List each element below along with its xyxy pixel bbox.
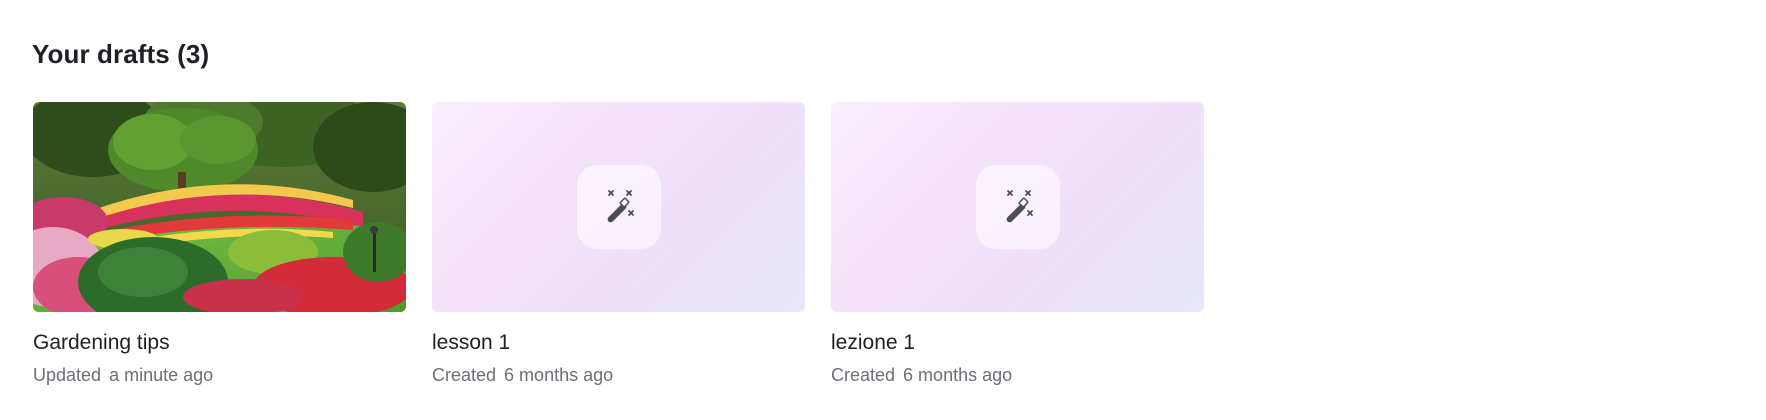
draft-status: Updated (33, 365, 102, 385)
draft-meta: Updated a minute ago (33, 363, 406, 387)
draft-meta: Created 6 months ago (432, 363, 805, 387)
draft-thumbnail-garden-photo[interactable] (33, 102, 406, 312)
draft-card[interactable]: Gardening tips Updated a minute ago (33, 102, 406, 387)
magic-wand-icon (1006, 190, 1033, 223)
section-title: Your drafts (3) (32, 39, 210, 69)
draft-thumbnail-placeholder[interactable] (831, 102, 1204, 312)
magic-wand-icon (607, 190, 634, 223)
draft-time: 6 months ago (903, 365, 1013, 385)
magic-tile (576, 165, 661, 249)
magic-tile (975, 165, 1060, 249)
garden-photo (33, 102, 406, 312)
draft-title[interactable]: Gardening tips (33, 329, 406, 357)
draft-card[interactable]: lezione 1 Created 6 months ago (831, 102, 1204, 387)
draft-card[interactable]: lesson 1 Created 6 months ago (432, 102, 805, 387)
draft-title[interactable]: lesson 1 (432, 329, 805, 357)
draft-title[interactable]: lezione 1 (831, 329, 1204, 357)
drafts-list: Gardening tips Updated a minute ago less… (33, 102, 1204, 387)
draft-meta: Created 6 months ago (831, 363, 1204, 387)
draft-time: 6 months ago (504, 365, 614, 385)
draft-time: a minute ago (109, 365, 214, 385)
draft-status: Created (831, 365, 896, 385)
draft-thumbnail-placeholder[interactable] (432, 102, 805, 312)
draft-status: Created (432, 365, 497, 385)
